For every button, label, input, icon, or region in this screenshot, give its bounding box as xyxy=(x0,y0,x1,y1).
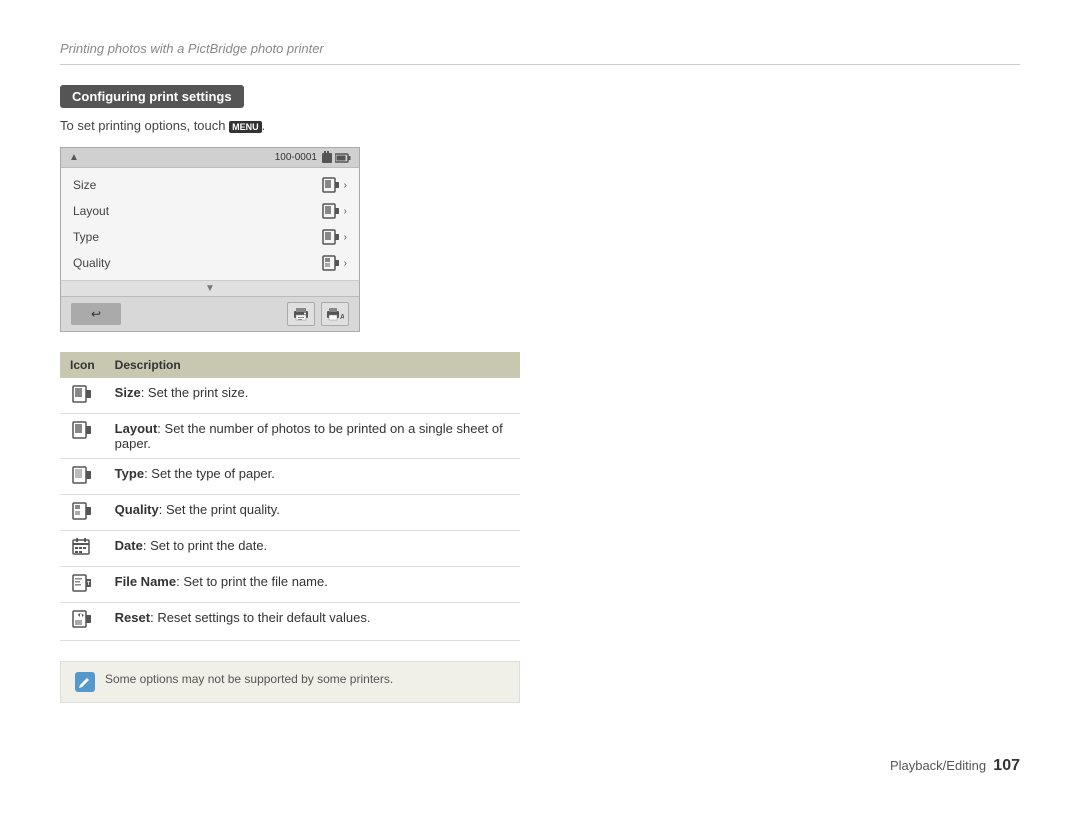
type-icon xyxy=(72,466,92,484)
filename-icon: T xyxy=(72,574,92,592)
pencil-icon xyxy=(78,675,92,689)
sd-card-icon xyxy=(321,151,333,164)
action-icons: ALL xyxy=(287,302,349,326)
size-icon xyxy=(72,385,92,403)
printer-icon xyxy=(293,307,309,321)
icon-description-table: Icon Description Size: Set the xyxy=(60,352,520,641)
type-menu-icon xyxy=(322,229,340,245)
table-desc-cell: Quality: Set the print quality. xyxy=(105,495,520,531)
table-header-description: Description xyxy=(105,352,520,378)
table-desc-cell: Type: Set the type of paper. xyxy=(105,459,520,495)
camera-screen-top: ▲ 100-0001 xyxy=(61,148,359,168)
table-desc-cell: Layout: Set the number of photos to be p… xyxy=(105,414,520,459)
table-row: Quality: Set the print quality. xyxy=(60,495,520,531)
page-container: Printing photos with a PictBridge photo … xyxy=(0,0,1080,815)
camera-menu-row-quality: Quality › xyxy=(61,250,359,276)
quality-menu-icon xyxy=(322,255,340,271)
print-all-action-icon[interactable]: ALL xyxy=(321,302,349,326)
camera-screen-actions: ↩ AL xyxy=(61,296,359,331)
svg-text:ALL: ALL xyxy=(340,314,344,321)
table-icon-cell xyxy=(60,603,105,641)
page-footer: Playback/Editing 107 xyxy=(890,757,1020,775)
table-desc-cell: Size: Set the print size. xyxy=(105,378,520,414)
table-header-row: Icon Description xyxy=(60,352,520,378)
page-number: 107 xyxy=(993,757,1020,774)
up-arrow: ▲ xyxy=(69,152,79,163)
breadcrumb-section: Printing photos with a PictBridge photo … xyxy=(60,40,1020,65)
layout-menu-icon xyxy=(322,203,340,219)
camera-screen: ▲ 100-0001 xyxy=(60,147,360,332)
reset-icon xyxy=(72,610,92,630)
table-icon-cell xyxy=(60,531,105,567)
table-icon-cell xyxy=(60,459,105,495)
note-box: Some options may not be supported by som… xyxy=(60,661,520,703)
table-row: Date: Set to print the date. xyxy=(60,531,520,567)
menu-keyword: MENU xyxy=(229,121,262,133)
battery-indicator xyxy=(321,151,351,164)
table-row: Type: Set the type of paper. xyxy=(60,459,520,495)
print-all-icon: ALL xyxy=(326,307,344,321)
footer-label: Playback/Editing xyxy=(890,758,986,773)
table-row: Layout: Set the number of photos to be p… xyxy=(60,414,520,459)
camera-screen-bottom-arrow: ▼ xyxy=(61,280,359,296)
table-desc-cell: File Name: Set to print the file name. xyxy=(105,567,520,603)
battery-icon xyxy=(335,153,351,163)
back-button[interactable]: ↩ xyxy=(71,303,121,325)
camera-menu-row-layout: Layout › xyxy=(61,198,359,224)
print-action-icon[interactable] xyxy=(287,302,315,326)
camera-menu-items: Size › Layout xyxy=(61,168,359,280)
camera-menu-row-size: Size › xyxy=(61,172,359,198)
file-info: 100-0001 xyxy=(275,151,351,164)
date-icon xyxy=(72,538,92,556)
note-icon xyxy=(75,672,95,692)
table-icon-cell xyxy=(60,495,105,531)
table-icon-cell xyxy=(60,414,105,459)
table-row: Size: Set the print size. xyxy=(60,378,520,414)
note-text: Some options may not be supported by som… xyxy=(105,672,393,686)
quality-icon xyxy=(72,502,92,520)
svg-text:T: T xyxy=(87,581,90,587)
size-menu-icon xyxy=(322,177,340,193)
table-desc-cell: Reset: Reset settings to their default v… xyxy=(105,603,520,641)
table-header-icon: Icon xyxy=(60,352,105,378)
table-row: T File Name: Set to print the file name. xyxy=(60,567,520,603)
section-title-badge: Configuring print settings xyxy=(60,85,244,108)
intro-text: To set printing options, touch MENU. xyxy=(60,118,1020,133)
table-desc-cell: Date: Set to print the date. xyxy=(105,531,520,567)
table-row: Reset: Reset settings to their default v… xyxy=(60,603,520,641)
breadcrumb: Printing photos with a PictBridge photo … xyxy=(60,41,324,56)
camera-menu-row-type: Type › xyxy=(61,224,359,250)
layout-icon xyxy=(72,421,92,439)
table-icon-cell xyxy=(60,378,105,414)
table-icon-cell: T xyxy=(60,567,105,603)
